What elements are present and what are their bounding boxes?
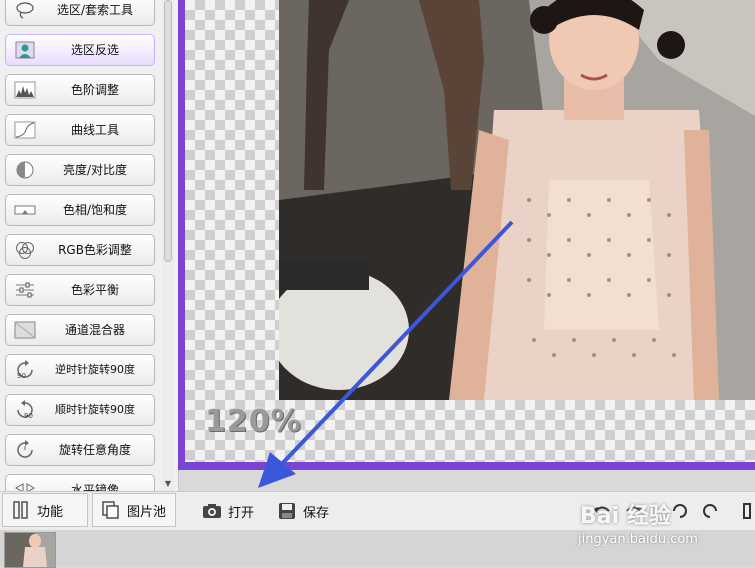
levels-icon	[14, 81, 36, 99]
image-thumbnail[interactable]	[4, 532, 56, 568]
function-tab-label: 功能	[37, 504, 64, 520]
tool-label: 亮度/对比度	[62, 163, 128, 177]
tool-channel-mixer[interactable]: 通道混合器	[5, 314, 155, 346]
tool-label: 选区反选	[70, 43, 119, 57]
tool-label: 旋转任意角度	[58, 443, 131, 457]
zoom-level: 120%	[205, 404, 302, 439]
scroll-down-icon[interactable]: ▼	[163, 479, 173, 489]
svg-text:90: 90	[24, 412, 33, 420]
tool-label: 水平镜像	[70, 483, 119, 491]
scrollbar-thumb[interactable]	[164, 0, 172, 262]
hue-saturation-icon	[14, 205, 36, 215]
svg-text:90: 90	[17, 372, 26, 380]
curves-icon	[14, 121, 36, 139]
tool-rgb[interactable]: RGB色彩调整	[5, 234, 155, 266]
save-icon	[279, 503, 295, 519]
camera-icon	[203, 504, 221, 518]
more-button[interactable]	[738, 492, 755, 530]
tool-rotate-cw-90[interactable]: 90 顺时针旋转90度	[5, 394, 155, 426]
tool-hue-saturation[interactable]: 色相/饱和度	[5, 194, 155, 226]
tool-label: 色彩平衡	[70, 283, 119, 297]
tool-label: 选区/套索工具	[56, 3, 134, 17]
rotate-cw-90-icon: 90	[17, 400, 33, 420]
rgb-icon	[16, 242, 34, 259]
tool-panel: 选区/套索工具 选区反选 色阶调整 曲线工具 亮度/对比度 色相/饱和度 RGB…	[0, 0, 179, 491]
rotate-left-icon	[673, 504, 687, 518]
step-forward-button[interactable]	[700, 492, 720, 530]
tool-rotate-any[interactable]: 旋转任意角度	[5, 434, 155, 466]
tool-label: RGB色彩调整	[58, 243, 132, 257]
save-button[interactable]: 保存	[277, 492, 329, 530]
tool-brightness-contrast[interactable]: 亮度/对比度	[5, 154, 155, 186]
function-tab[interactable]: 功能	[2, 493, 88, 527]
tool-levels[interactable]: 色阶调整	[5, 74, 155, 106]
invert-selection-icon	[15, 41, 35, 59]
tool-label: 色阶调整	[70, 83, 119, 97]
open-label: 打开	[228, 505, 255, 521]
step-back-button[interactable]	[670, 492, 690, 530]
tool-lasso[interactable]: 选区/套索工具	[5, 0, 155, 26]
tool-label: 顺时针旋转90度	[55, 403, 135, 416]
tool-label: 通道混合器	[64, 323, 125, 337]
tool-label: 逆时针旋转90度	[55, 363, 135, 376]
gallery-tab[interactable]: 图片池	[92, 493, 176, 527]
tool-curves[interactable]: 曲线工具	[5, 114, 155, 146]
rotate-any-icon	[17, 440, 33, 458]
tool-rotate-ccw-90[interactable]: 90 逆时针旋转90度	[5, 354, 155, 386]
watermark-logo: Bai 经验	[580, 504, 671, 529]
gallery-tab-label: 图片池	[127, 504, 167, 520]
panels-icon	[13, 501, 28, 519]
tool-flip-horizontal[interactable]: 水平镜像	[5, 474, 155, 491]
rotate-right-icon	[703, 504, 717, 518]
edited-photo[interactable]	[279, 0, 755, 400]
color-balance-icon	[16, 282, 34, 298]
save-label: 保存	[303, 505, 330, 521]
brightness-contrast-icon	[16, 161, 34, 179]
watermark-url: jingyan.baidu.com	[578, 532, 698, 547]
tool-panel-scrollbar[interactable]: ▼	[162, 0, 174, 491]
gallery-icon	[102, 501, 119, 519]
lasso-icon	[16, 2, 34, 19]
open-button[interactable]: 打开	[202, 492, 254, 530]
tool-invert-selection[interactable]: 选区反选	[5, 34, 155, 66]
canvas-background: 120%	[185, 0, 755, 462]
channel-mixer-icon	[14, 321, 36, 339]
tool-color-balance[interactable]: 色彩平衡	[5, 274, 155, 306]
tool-label: 色相/饱和度	[62, 203, 128, 217]
canvas-area: 120%	[178, 0, 755, 470]
rotate-ccw-90-icon: 90	[17, 360, 33, 380]
tool-label: 曲线工具	[70, 123, 119, 137]
compare-icon	[743, 503, 751, 519]
flip-horizontal-icon	[14, 483, 36, 491]
